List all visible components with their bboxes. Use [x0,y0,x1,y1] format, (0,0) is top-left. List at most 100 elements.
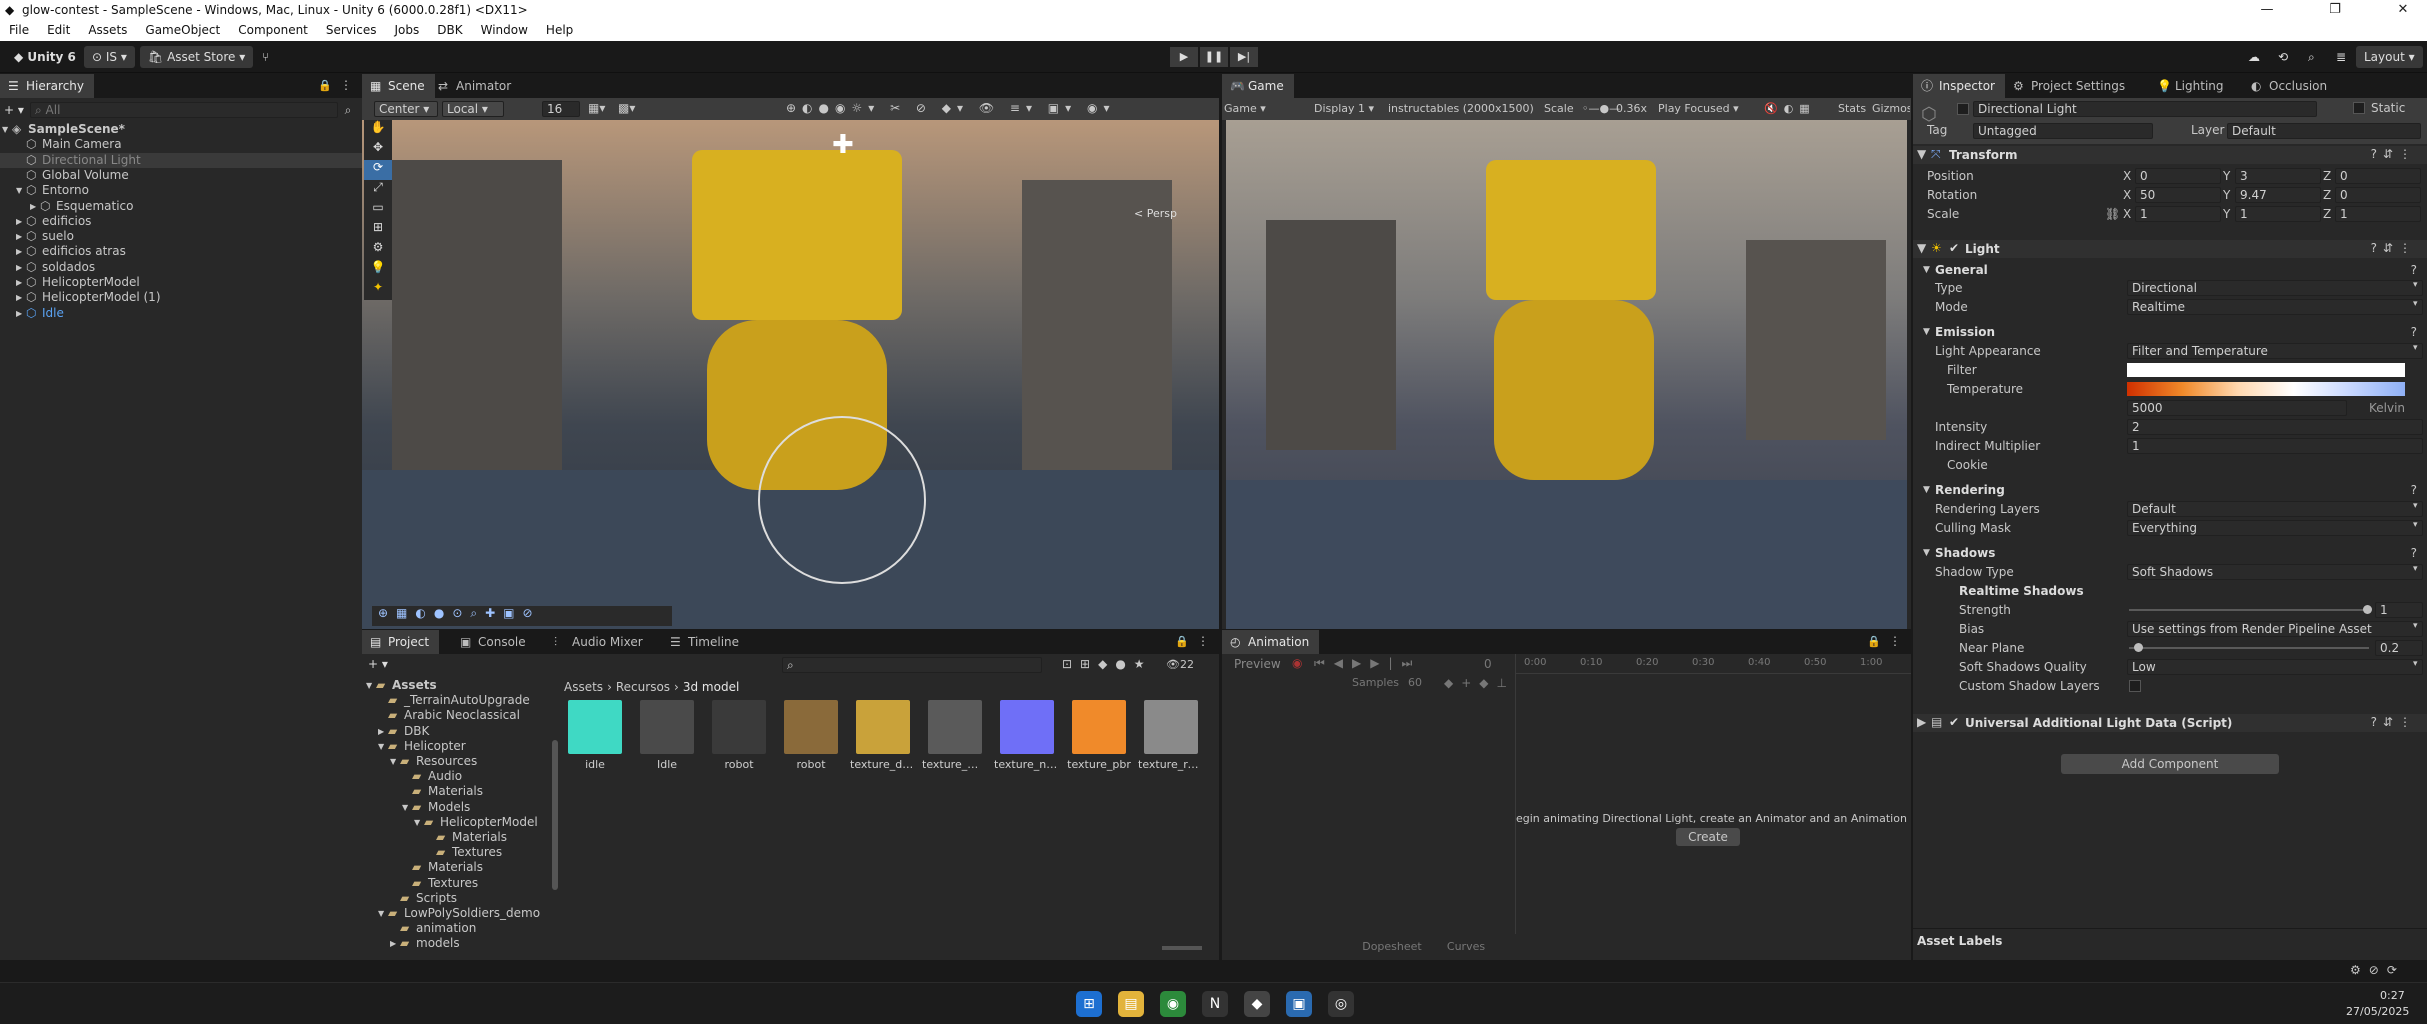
section-arrow-icon[interactable]: ▼ [1923,482,1930,498]
tree-arrow-icon[interactable]: ▶ [16,214,22,229]
tab-timeline[interactable]: ☰ Timeline [662,630,749,654]
thumbnail-size-slider[interactable] [1162,946,1202,950]
recording-app-icon[interactable]: ◎ [1328,991,1354,1017]
game-mode-dropdown[interactable]: Game ▾ [1224,102,1266,115]
game-toggle-icons[interactable]: 🔇◐▦ [1764,102,1816,115]
asset-item[interactable]: Idle [634,700,700,771]
game-viewport[interactable] [1226,120,1907,629]
bias-field[interactable]: Use settings from Render Pipeline Asset [2127,621,2423,637]
custom-tool-icon[interactable]: ⚙ [364,240,392,260]
dopesheet-tab[interactable]: Dopesheet [1352,940,1432,958]
help-icon[interactable]: ? [2411,545,2417,561]
appearance-field[interactable]: Filter and Temperature [2127,343,2423,359]
project-folder-item[interactable]: ▰ Arabic Neoclassical [362,708,552,723]
help-icon[interactable]: ? [2411,324,2417,340]
scene-viewport[interactable]: ✚ < Persp ✋ ✥ ⟳ ⤢ ▭ ⊞ ⚙ 💡 ✦ ⊕▦◐●⊙⌕✚▣⊘ [362,120,1219,629]
menu-services[interactable]: Services [317,20,386,37]
search-filter-icon[interactable]: ⌕ [338,103,358,118]
tree-arrow-icon[interactable]: ▶ [16,260,22,275]
preview-toggle[interactable]: Preview [1234,657,1281,671]
active-checkbox[interactable] [1957,103,1969,115]
help-icon[interactable]: ? [2411,262,2417,278]
transform-tool-icon[interactable]: ⊞ [364,220,392,240]
tree-arrow-icon[interactable]: ▶ [378,724,384,739]
project-folder-item[interactable]: ▰ _TerrainAutoUpgrade [362,693,552,708]
space-dropdown[interactable]: Local ▾ [442,101,504,117]
animation-kebab-icon[interactable]: ⋮ [1889,634,1901,648]
record-button[interactable]: ◉ [1292,656,1310,670]
persp-label[interactable]: < Persp [1134,207,1177,220]
playback-controls[interactable]: ⏮◀▶▶|⏭ [1314,656,1421,671]
transform-scale-z-field[interactable]: 1 [2335,206,2421,222]
tab-project-settings[interactable]: ⚙ Project Settings [2005,74,2135,98]
asset-item[interactable]: texture_diff... [850,700,916,771]
project-folder-item[interactable]: ▰ Scripts [362,891,552,906]
tree-arrow-icon[interactable]: ▼ [366,678,372,693]
hierarchy-item[interactable]: ▶ ⬡ Idle [0,306,362,321]
culling-field[interactable]: Everything [2127,520,2423,536]
type-field[interactable]: Directional [2127,280,2423,296]
slider-value-field[interactable]: 0.2 [2375,640,2423,656]
menu-component[interactable]: Component [229,20,317,37]
asset-item[interactable]: texture_me... [922,700,988,771]
temperature-field[interactable]: 5000 [2127,400,2347,416]
hierarchy-item[interactable]: ⬡ Main Camera [0,137,362,152]
component-menu-icons[interactable]: ?⇵⋮ [2371,241,2417,255]
transform-rotation-x-field[interactable]: 50 [2135,187,2221,203]
timeline-ruler[interactable]: 0:00 0:10 0:20 0:30 0:40 0:50 1:00 [1516,654,1911,674]
scale-tool-icon[interactable]: ⤢ [364,180,392,200]
tab-animation[interactable]: ◴ Animation [1222,630,1320,654]
project-folder-item[interactable]: ▶ ▰ DBK [362,724,552,739]
tree-arrow-icon[interactable]: ▶ [30,199,36,214]
create-animation-button[interactable]: Create [1676,828,1740,846]
light-header[interactable]: ▼ ☀ ✔ Light ?⇵⋮ [1913,240,2427,258]
tab-scene[interactable]: ▦ Scene [362,74,435,98]
section-arrow-icon[interactable]: ▼ [1923,262,1930,278]
static-checkbox[interactable] [2353,102,2365,114]
notion-icon[interactable]: N [1202,991,1228,1017]
tree-arrow-icon[interactable]: ▼ [390,754,396,769]
tab-project[interactable]: ▤ Project [362,630,440,654]
file-explorer-icon[interactable]: ▤ [1118,991,1144,1017]
asset-item[interactable]: idle [562,700,628,771]
slider-handle[interactable] [2133,643,2143,652]
photos-icon[interactable]: ▣ [1286,991,1312,1017]
overlay-toolbar[interactable]: ⊕▦◐●⊙⌕✚▣⊘ [372,606,672,626]
gizmos-button[interactable]: Gizmos [1872,102,1910,115]
stats-button[interactable]: Stats [1838,102,1866,115]
light-enabled-checkbox[interactable]: ✔ [1949,241,1959,255]
tag-dropdown[interactable]: Untagged [1973,123,2153,139]
slider-track[interactable] [2129,609,2369,611]
chrome-icon[interactable]: ◉ [1160,991,1186,1017]
asset-item[interactable]: texture_pbr [1066,700,1132,771]
layers-icon[interactable]: ≣ [2328,46,2354,68]
tree-arrow-icon[interactable]: ▼ [378,906,384,921]
hierarchy-search-input[interactable]: ⌕ All [30,102,338,118]
display-dropdown[interactable]: Display 1 ▾ [1314,102,1374,115]
breadcrumb-recursos[interactable]: Recursos [616,680,670,694]
project-folder-item[interactable]: ▰ Materials [362,860,552,875]
project-folder-item[interactable]: ▼ ▰ Resources [362,754,552,769]
breadcrumb-3d-model[interactable]: 3d model [683,680,739,694]
soft-quality-field[interactable]: Low [2127,659,2423,675]
curves-tab[interactable]: Curves [1436,940,1496,958]
close-button[interactable]: ✕ [2380,0,2426,20]
orientation-gizmo[interactable]: ✚ [832,130,912,200]
project-folder-item[interactable]: ▰ Audio [362,769,552,784]
project-filter-icons[interactable]: ⊡⊞◆●★ [1062,657,1153,671]
hierarchy-item[interactable]: ▶ ⬡ soldados [0,260,362,275]
animation-lock-icon[interactable]: 🔒 [1867,635,1881,648]
hierarchy-item[interactable]: ⬡ Directional Light [0,152,362,168]
transform-header[interactable]: ▼ ⤧ Transform ?⇵⋮ [1913,146,2427,164]
asset-item[interactable]: robot [778,700,844,771]
kebab-menu-icon[interactable]: ⋮ [340,78,352,92]
rotate-gizmo[interactable] [758,416,926,584]
menu-jobs[interactable]: Jobs [386,20,429,37]
custom-shadow-layers-checkbox[interactable] [2129,680,2141,692]
slider-track[interactable] [2129,647,2369,649]
status-icons[interactable]: ⚙⊘⟳ [2350,963,2405,977]
project-folder-item[interactable]: ▰ Materials [362,830,552,845]
unity-hub-icon[interactable]: ◆ [1244,991,1270,1017]
asset-item[interactable]: texture_rou... [1138,700,1204,771]
transform-position-x-field[interactable]: 0 [2135,168,2221,184]
